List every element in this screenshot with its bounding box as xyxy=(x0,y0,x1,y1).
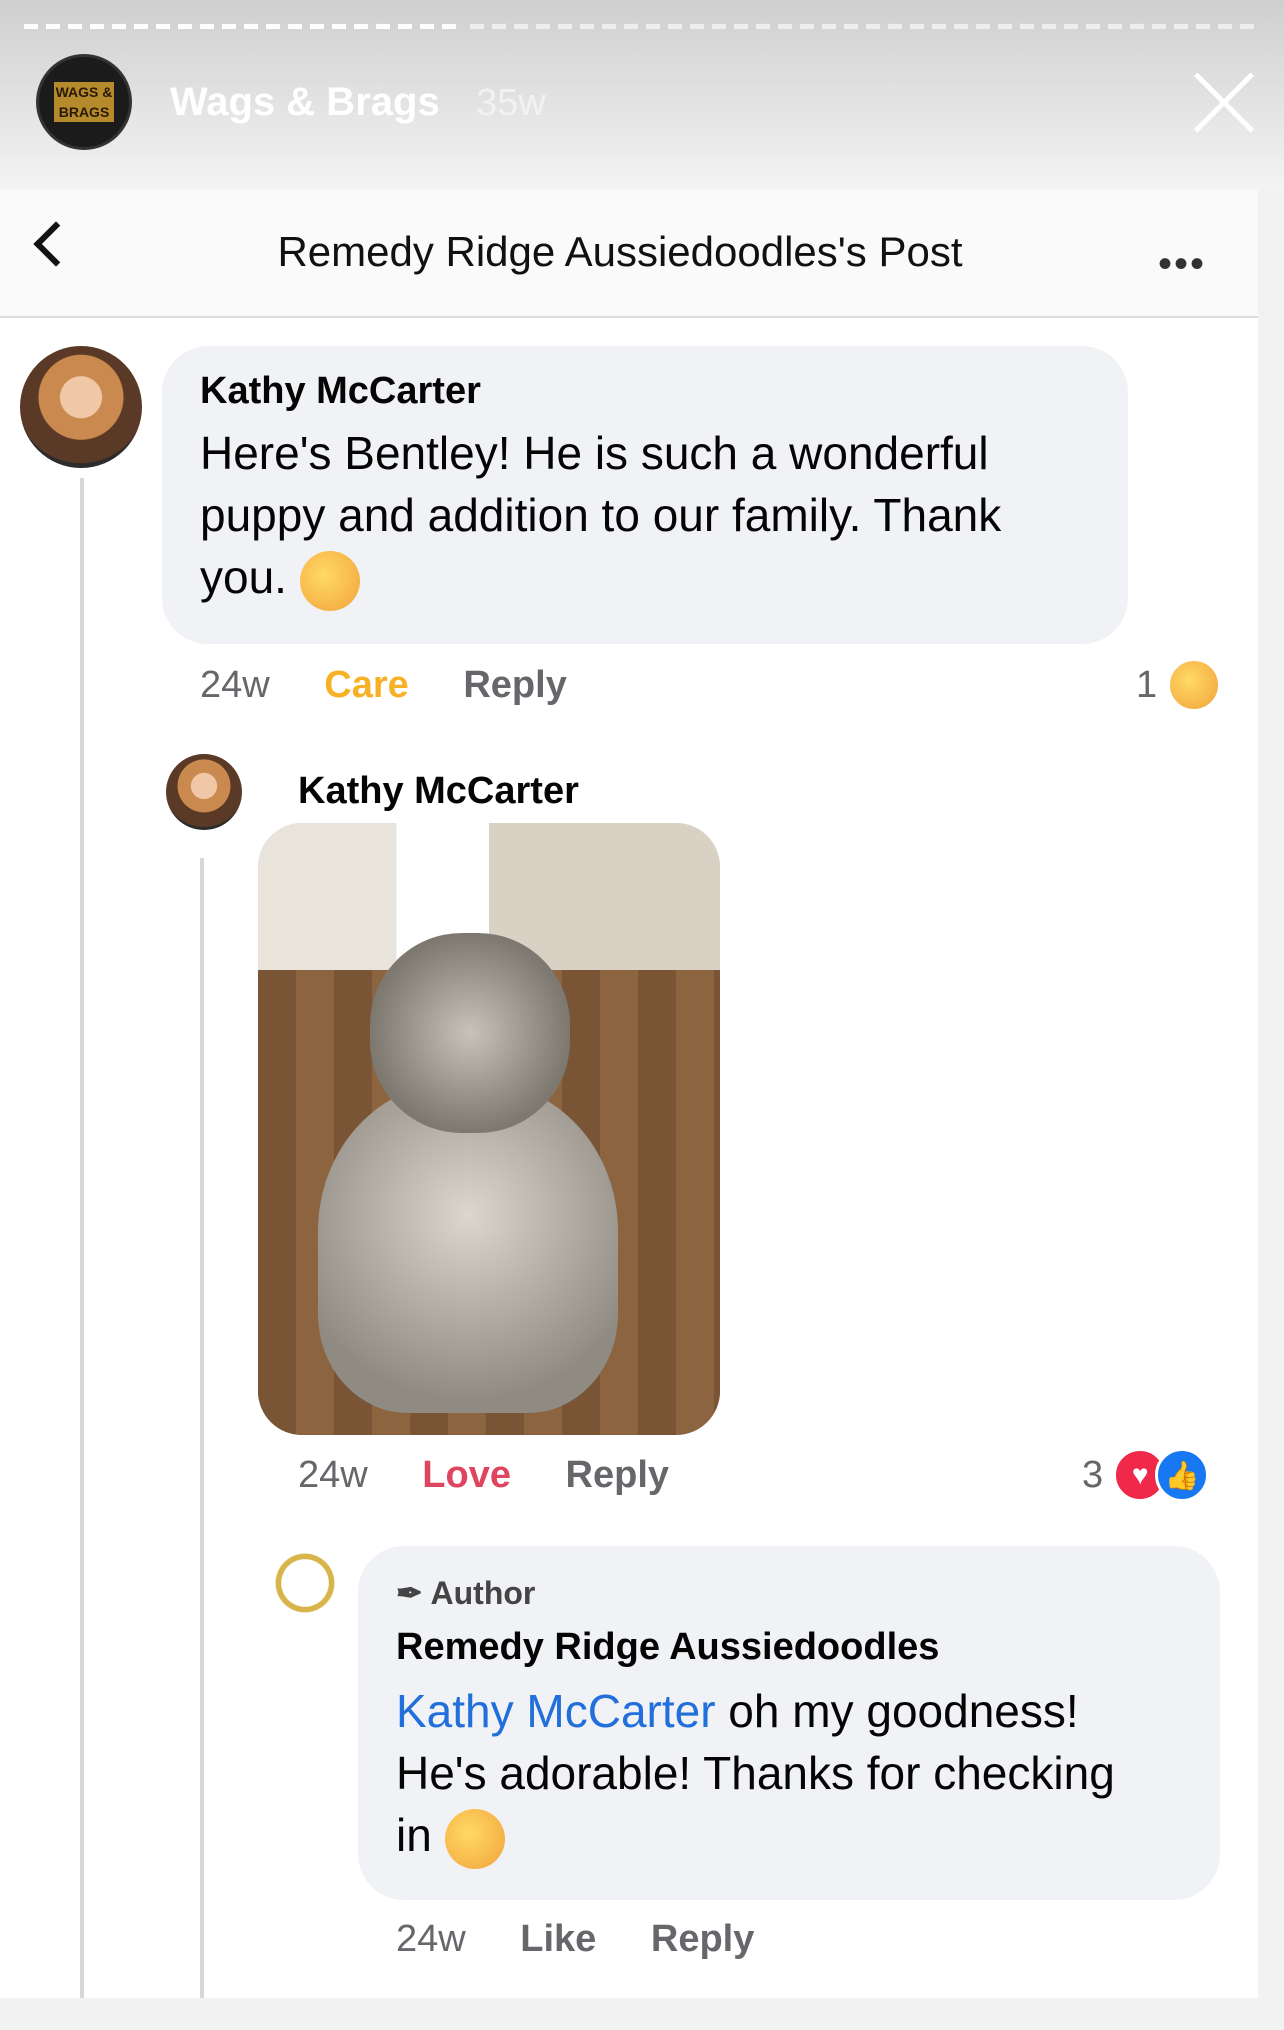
reply-text: Kathy McCarter oh my goodness! He's ador… xyxy=(396,1680,1115,1869)
thread-line xyxy=(200,858,204,1998)
reply-author[interactable]: Remedy Ridge Aussiedoodles xyxy=(396,1626,939,1669)
close-icon[interactable] xyxy=(1192,70,1256,134)
post-header: Remedy Ridge Aussiedoodles's Post ••• xyxy=(0,190,1258,318)
reaction-count: 3 xyxy=(1082,1453,1104,1496)
smiling-hearts-emoji-icon xyxy=(444,1808,505,1869)
like-button[interactable]: Like xyxy=(520,1918,596,1960)
remedy-ridge-logo[interactable] xyxy=(272,1550,338,1616)
reply-button[interactable]: Reply xyxy=(651,1918,754,1960)
comment-actions: 24w Care Reply xyxy=(200,664,611,707)
like-icon: 👍 xyxy=(1155,1448,1210,1502)
reaction-count: 1 xyxy=(1136,663,1158,706)
dog-photo[interactable] xyxy=(258,823,720,1435)
smiling-hearts-emoji-icon xyxy=(299,550,360,611)
comments-feed: Kathy McCarter Here's Bentley! He is suc… xyxy=(0,318,1258,1998)
page-title: Remedy Ridge Aussiedoodles's Post xyxy=(277,228,963,275)
comment-time: 24w xyxy=(200,664,270,706)
care-emoji-icon xyxy=(1167,658,1222,712)
story-time: 35w xyxy=(476,82,546,124)
story-progress-bar-1 xyxy=(24,24,464,29)
reaction-summary[interactable]: 3 ♥ 👍 xyxy=(1082,1448,1210,1502)
reply-time: 24w xyxy=(396,1918,466,1960)
love-reaction-button[interactable]: Love xyxy=(422,1454,511,1496)
author-badge: ✒ Author xyxy=(396,1575,536,1611)
dog-head xyxy=(370,933,570,1133)
care-reaction-button[interactable]: Care xyxy=(324,664,409,706)
reply-button[interactable]: Reply xyxy=(566,1454,669,1496)
story-progress-bar-2 xyxy=(470,24,1260,29)
avatar[interactable] xyxy=(20,346,142,468)
story-avatar[interactable]: WAGS & BRAGS xyxy=(36,54,132,150)
reply-button[interactable]: Reply xyxy=(463,664,566,706)
comment-text: Here's Bentley! He is such a wonderful p… xyxy=(200,422,1001,611)
comment-actions: 24w Love Reply xyxy=(298,1454,713,1497)
comment-author[interactable]: Kathy McCarter xyxy=(200,370,481,413)
reply-actions: 24w Like Reply xyxy=(396,1918,798,1961)
thread-line xyxy=(80,478,84,1998)
comment-author[interactable]: Kathy McCarter xyxy=(298,770,579,813)
avatar[interactable] xyxy=(166,754,242,830)
more-options-icon[interactable]: ••• xyxy=(1158,242,1206,287)
story-author-name[interactable]: Wags & Brags xyxy=(170,80,440,125)
reaction-summary[interactable]: 1 xyxy=(1136,658,1222,712)
comment-time: 24w xyxy=(298,1454,368,1496)
story-bar: WAGS & BRAGS Wags & Brags 35w xyxy=(0,0,1284,190)
pen-icon: ✒ xyxy=(396,1575,423,1611)
wags-brags-logo: WAGS & BRAGS xyxy=(54,82,114,122)
mention-link[interactable]: Kathy McCarter xyxy=(396,1685,716,1737)
